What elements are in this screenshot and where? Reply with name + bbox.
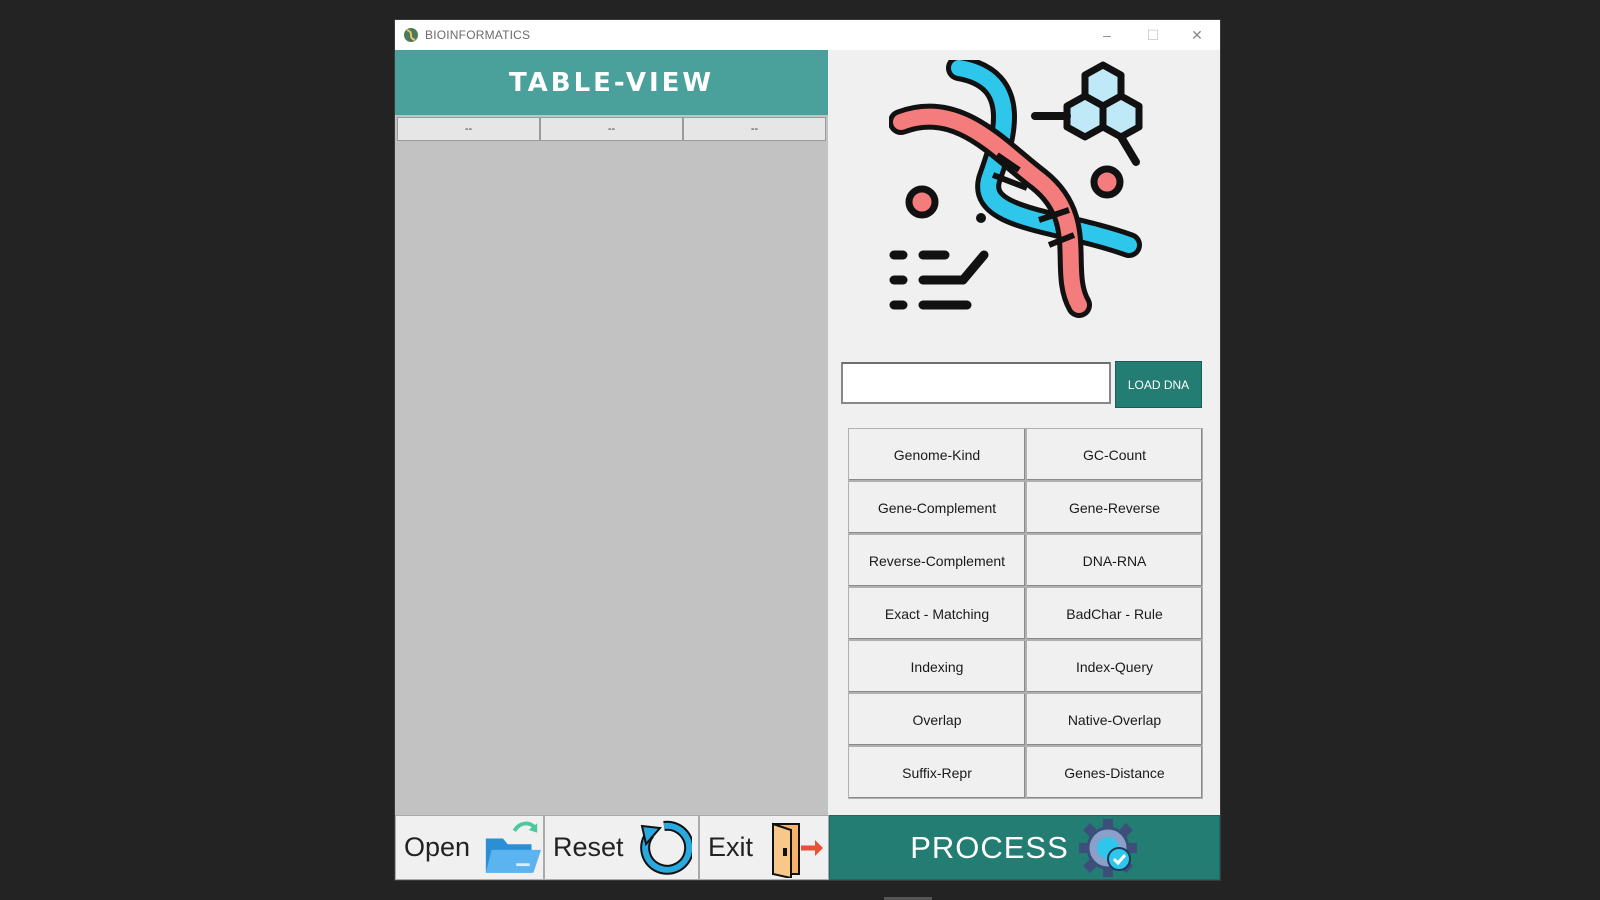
controls-panel: LOAD DNA Genome-Kind GC-Count Gene-Compl… bbox=[829, 50, 1220, 815]
table-column-headers: -- -- -- bbox=[397, 117, 826, 141]
title-bar[interactable]: BIOINFORMATICS – ☐ ✕ bbox=[395, 20, 1220, 50]
exit-label: Exit bbox=[708, 832, 754, 862]
index-query-button[interactable]: Index-Query bbox=[1026, 640, 1203, 693]
indexing-button[interactable]: Indexing bbox=[848, 640, 1026, 693]
process-label: PROCESS bbox=[910, 829, 1069, 865]
folder-open-icon bbox=[485, 821, 542, 873]
exit-door-icon bbox=[772, 822, 824, 878]
overlap-button[interactable]: Overlap bbox=[848, 693, 1026, 746]
load-dna-button[interactable]: LOAD DNA bbox=[1115, 361, 1202, 408]
exact-matching-button[interactable]: Exact - Matching bbox=[848, 587, 1026, 640]
open-label: Open bbox=[404, 832, 471, 862]
close-button[interactable]: ✕ bbox=[1174, 20, 1220, 50]
dna-app-icon bbox=[404, 28, 418, 42]
genome-kind-button[interactable]: Genome-Kind bbox=[848, 428, 1026, 481]
gene-complement-button[interactable]: Gene-Complement bbox=[848, 481, 1026, 534]
window-title: BIOINFORMATICS bbox=[425, 28, 531, 42]
table-view-banner: TABLE-VIEW bbox=[395, 50, 828, 115]
table-view-title: TABLE-VIEW bbox=[508, 67, 715, 98]
bottom-toolbar: Open Reset Exit PROCESS bbox=[395, 815, 1220, 880]
dna-sequence-input[interactable] bbox=[841, 362, 1111, 404]
reverse-complement-button[interactable]: Reverse-Complement bbox=[848, 534, 1026, 587]
column-header-1[interactable]: -- bbox=[397, 117, 540, 141]
native-overlap-button[interactable]: Native-Overlap bbox=[1026, 693, 1203, 746]
dna-illustration bbox=[889, 60, 1143, 318]
minimize-button[interactable]: – bbox=[1084, 20, 1130, 50]
open-button[interactable]: Open bbox=[395, 815, 544, 880]
gene-reverse-button[interactable]: Gene-Reverse bbox=[1026, 481, 1203, 534]
reset-label: Reset bbox=[553, 832, 624, 862]
gc-count-button[interactable]: GC-Count bbox=[1026, 428, 1203, 481]
maximize-button[interactable]: ☐ bbox=[1130, 20, 1176, 50]
table-body[interactable] bbox=[397, 143, 826, 813]
badchar-rule-button[interactable]: BadChar - Rule bbox=[1026, 587, 1203, 640]
column-header-2[interactable]: -- bbox=[540, 117, 683, 141]
operations-grid: Genome-Kind GC-Count Gene-Complement Gen… bbox=[848, 428, 1203, 801]
process-button[interactable]: PROCESS bbox=[829, 815, 1220, 880]
refresh-icon bbox=[639, 820, 692, 875]
exit-button[interactable]: Exit bbox=[699, 815, 829, 880]
app-window: BIOINFORMATICS – ☐ ✕ TABLE-VIEW -- -- -- bbox=[395, 20, 1220, 880]
column-header-3[interactable]: -- bbox=[683, 117, 826, 141]
suffix-repr-button[interactable]: Suffix-Repr bbox=[848, 746, 1026, 799]
genes-distance-button[interactable]: Genes-Distance bbox=[1026, 746, 1203, 799]
reset-button[interactable]: Reset bbox=[544, 815, 699, 880]
dna-rna-button[interactable]: DNA-RNA bbox=[1026, 534, 1203, 587]
table-view-panel: TABLE-VIEW -- -- -- bbox=[395, 50, 828, 815]
gear-check-icon bbox=[1078, 818, 1137, 877]
